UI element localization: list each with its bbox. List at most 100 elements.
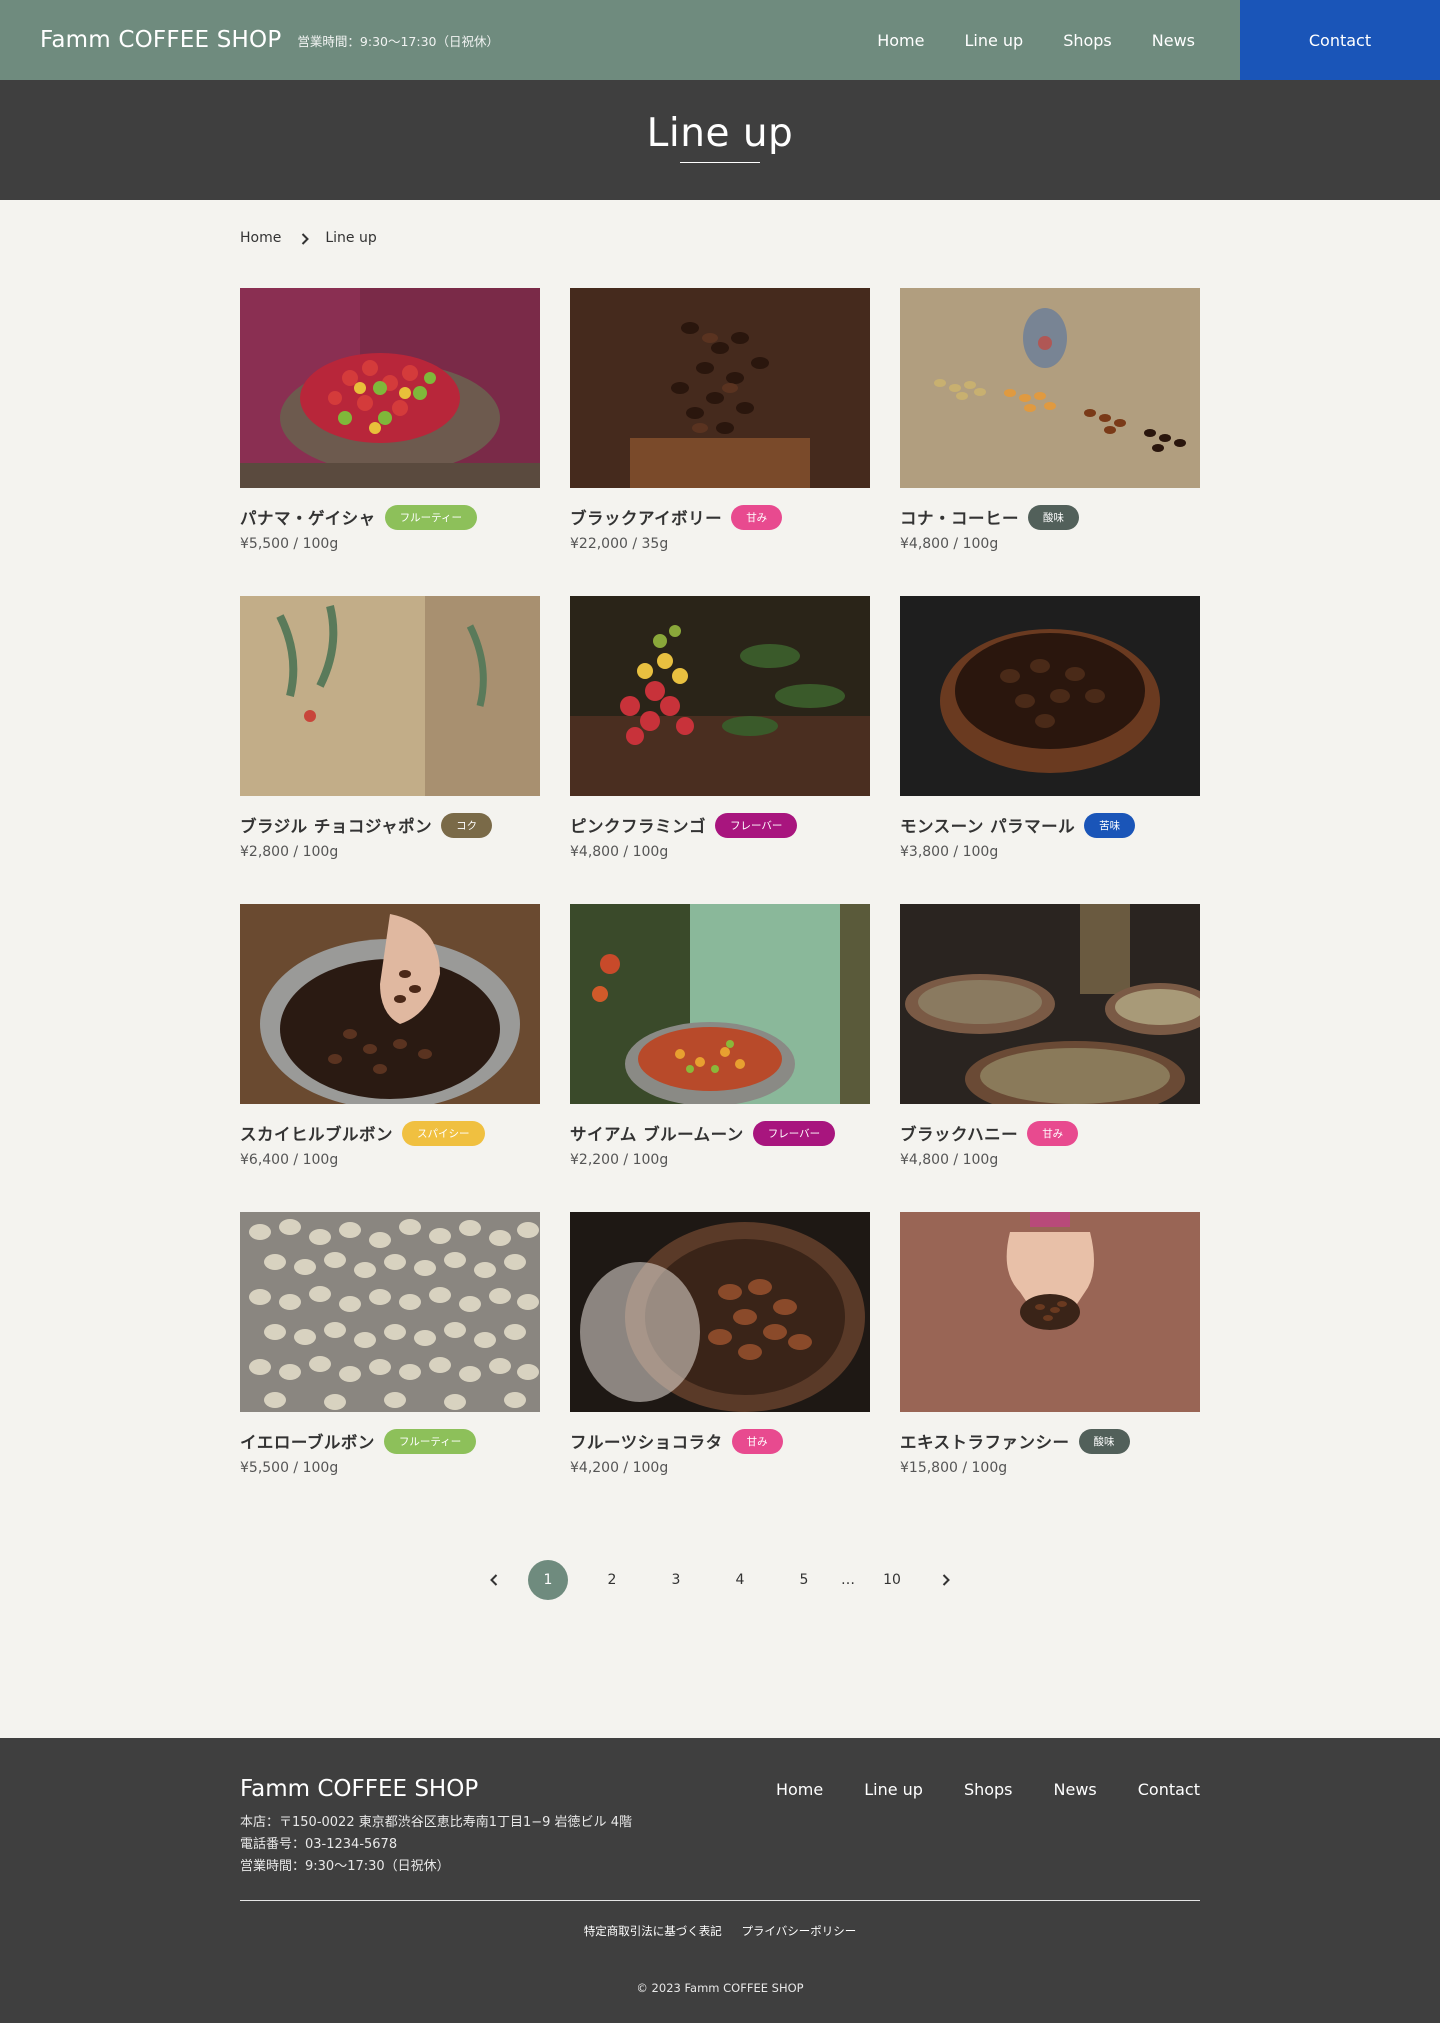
product-image[interactable] [240,288,540,488]
page-5-button[interactable]: 5 [784,1560,824,1600]
flavor-tag: 苦味 [1084,812,1136,838]
legal-notice-link[interactable]: 特定商取引法に基づく表記 [584,1924,722,1938]
page-hero: Line up [0,80,1440,200]
copyright: © 2023 Famm COFFEE SHOP [636,1981,804,1995]
footer-phone: 電話番号：03-1234-5678 [240,1837,398,1852]
product-price: ¥4,200 / 100g [570,1460,669,1476]
product-card[interactable]: コナ・コーヒー 酸味 ¥4,800 / 100g [900,288,1200,596]
footer-info: 本店：〒150-0022 東京都渋谷区恵比寿南1丁目1−9 岩徳ビル 4階 電話… [240,1812,1200,1878]
footer-nav-shops[interactable]: Shops [964,1780,1013,1799]
product-name[interactable]: ピンクフラミンゴ [570,813,706,837]
product-name[interactable]: イエローブルボン [240,1429,375,1453]
product-image[interactable] [570,904,870,1104]
product-name[interactable]: コナ・コーヒー [900,505,1019,529]
product-image[interactable] [900,1212,1200,1412]
product-card[interactable]: ピンクフラミンゴ フレーバー ¥4,800 / 100g [570,596,870,904]
breadcrumb-current: Line up [325,230,377,246]
product-card[interactable]: エキストラファンシー 酸味 ¥15,800 / 100g [900,1212,1200,1520]
footer-nav: Home Line up Shops News Contact [776,1780,1200,1799]
flavor-tag: 甘み [1027,1120,1079,1146]
site-header: Famm COFFEE SHOP 営業時間：9:30〜17:30（日祝休） Ho… [0,0,1440,80]
product-price: ¥3,800 / 100g [900,844,999,860]
pagination-ellipsis: … [841,1572,855,1588]
product-name[interactable]: パナマ・ゲイシャ [240,505,376,529]
product-price: ¥5,500 / 100g [240,1460,339,1476]
privacy-policy-link[interactable]: プライバシーポリシー [741,1924,856,1938]
product-card[interactable]: パナマ・ゲイシャ フルーティー ¥5,500 / 100g [240,288,540,596]
product-price: ¥4,800 / 100g [570,844,669,860]
product-card[interactable]: サイアム ブルームーン フレーバー ¥2,200 / 100g [570,904,870,1212]
flavor-tag: フルーティー [384,504,478,530]
flavor-tag: スパイシー [402,1120,485,1146]
footer-nav-home[interactable]: Home [776,1780,823,1799]
flavor-tag: 酸味 [1078,1428,1130,1454]
product-image[interactable] [570,596,870,796]
product-price: ¥2,800 / 100g [240,844,339,860]
product-card[interactable]: イエローブルボン フルーティー ¥5,500 / 100g [240,1212,540,1520]
nav-line-up[interactable]: Line up [964,31,1023,50]
product-image[interactable] [900,904,1200,1104]
pagination: 1 2 3 4 5 … 10 [0,1560,1440,1650]
product-price: ¥6,400 / 100g [240,1152,339,1168]
product-price: ¥4,800 / 100g [900,1152,999,1168]
nav-home[interactable]: Home [877,31,924,50]
product-card[interactable]: モンスーン パラマール 苦味 ¥3,800 / 100g [900,596,1200,904]
page-3-button[interactable]: 3 [656,1560,696,1600]
product-image[interactable] [240,1212,540,1412]
product-name[interactable]: サイアム ブルームーン [570,1121,744,1145]
contact-button[interactable]: Contact [1240,0,1440,80]
page-2-button[interactable]: 2 [592,1560,632,1600]
nav-news[interactable]: News [1152,31,1195,50]
site-footer: Famm COFFEE SHOP Home Line up Shops News… [0,1738,1440,2023]
product-image[interactable] [570,288,870,488]
title-underline [680,162,760,163]
flavor-tag: フレーバー [715,812,798,838]
flavor-tag: 甘み [731,1428,783,1454]
product-image[interactable] [570,1212,870,1412]
flavor-tag: 甘み [731,504,783,530]
product-price: ¥5,500 / 100g [240,536,339,552]
page-10-button[interactable]: 10 [872,1560,912,1600]
product-card[interactable]: ブラックハニー 甘み ¥4,800 / 100g [900,904,1200,1212]
product-card[interactable]: ブラックアイボリー 甘み ¥22,000 / 35g [570,288,870,596]
product-name[interactable]: エキストラファンシー [900,1429,1070,1453]
flavor-tag: 酸味 [1028,504,1079,530]
chevron-right-icon [301,230,310,248]
main-nav: Home Line up Shops News [877,0,1195,80]
product-price: ¥22,000 / 35g [570,536,669,552]
breadcrumb-home[interactable]: Home [240,230,281,246]
footer-nav-news[interactable]: News [1054,1780,1097,1799]
product-name[interactable]: ブラックアイボリー [570,505,722,529]
page-1-button[interactable]: 1 [528,1560,568,1600]
product-price: ¥2,200 / 100g [570,1152,669,1168]
product-name[interactable]: フルーツショコラタ [570,1429,723,1453]
product-name[interactable]: ブラジル チョコジャポン [240,813,432,837]
footer-divider [240,1900,1200,1901]
product-image[interactable] [900,596,1200,796]
footer-hours: 営業時間：9:30〜17:30（日祝休） [240,1859,450,1874]
product-name[interactable]: スカイヒルブルボン [240,1121,393,1145]
nav-shops[interactable]: Shops [1063,31,1112,50]
product-image[interactable] [240,904,540,1104]
page-4-button[interactable]: 4 [720,1560,760,1600]
chevron-right-icon[interactable] [936,1560,956,1600]
footer-nav-contact[interactable]: Contact [1138,1780,1200,1799]
product-card[interactable]: スカイヒルブルボン スパイシー ¥6,400 / 100g [240,904,540,1212]
product-card[interactable]: ブラジル チョコジャポン コク ¥2,800 / 100g [240,596,540,904]
product-price: ¥15,800 / 100g [900,1460,1008,1476]
product-card[interactable]: フルーツショコラタ 甘み ¥4,200 / 100g [570,1212,870,1520]
footer-nav-line-up[interactable]: Line up [864,1780,923,1799]
business-hours: 営業時間：9:30〜17:30（日祝休） [297,33,499,49]
flavor-tag: コク [441,812,493,838]
flavor-tag: フレーバー [752,1120,836,1146]
product-image[interactable] [240,596,540,796]
product-image[interactable] [900,288,1200,488]
product-grid: パナマ・ゲイシャ フルーティー ¥5,500 / 100g ブラックアイボリー … [240,288,1200,1520]
breadcrumb: Home Line up [240,200,1200,288]
product-name[interactable]: ブラックハニー [900,1121,1018,1145]
product-name[interactable]: モンスーン パラマール [900,813,1075,837]
chevron-left-icon[interactable] [484,1560,504,1600]
flavor-tag: フルーティー [383,1428,477,1454]
footer-legal-links: 特定商取引法に基づく表記 プライバシーポリシー [240,1923,1200,1939]
brand-logo[interactable]: Famm COFFEE SHOP [40,27,281,53]
